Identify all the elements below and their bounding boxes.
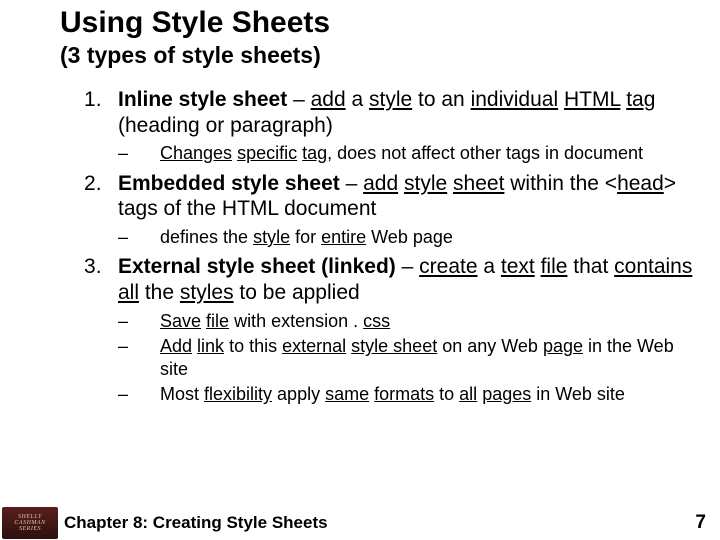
- footer: SHELLY CASHMAN SERIES Chapter 8: Creatin…: [0, 506, 720, 540]
- slide: Using Style Sheets (3 types of style she…: [0, 0, 720, 540]
- page-number: 7: [695, 512, 706, 534]
- logo-line: SERIES: [19, 526, 41, 532]
- list-item: External style sheet (linked) – create a…: [84, 254, 694, 405]
- sub-list: Changes specific tag, does not affect ot…: [118, 142, 694, 165]
- chapter-label: Chapter 8: Creating Style Sheets: [64, 513, 328, 533]
- main-list: Inline style sheet – add a style to an i…: [60, 87, 700, 406]
- item-text: Inline style sheet – add a style to an i…: [118, 88, 655, 137]
- sub-list: Save file with extension . css Add link …: [118, 310, 694, 406]
- list-item: Inline style sheet – add a style to an i…: [84, 87, 694, 165]
- item-text: Embedded style sheet – add style sheet w…: [118, 172, 676, 221]
- sub-item: Save file with extension . css: [118, 310, 694, 333]
- slide-subtitle: (3 types of style sheets): [60, 42, 700, 69]
- sub-list: defines the style for entire Web page: [118, 226, 694, 249]
- sub-item: defines the style for entire Web page: [118, 226, 694, 249]
- sub-item: Most flexibility apply same formats to a…: [118, 383, 694, 406]
- sub-item: Add link to this external style sheet on…: [118, 335, 694, 380]
- slide-title: Using Style Sheets: [60, 6, 700, 40]
- publisher-logo: SHELLY CASHMAN SERIES: [2, 507, 58, 539]
- item-text: External style sheet (linked) – create a…: [118, 255, 692, 304]
- list-item: Embedded style sheet – add style sheet w…: [84, 171, 694, 249]
- sub-item: Changes specific tag, does not affect ot…: [118, 142, 694, 165]
